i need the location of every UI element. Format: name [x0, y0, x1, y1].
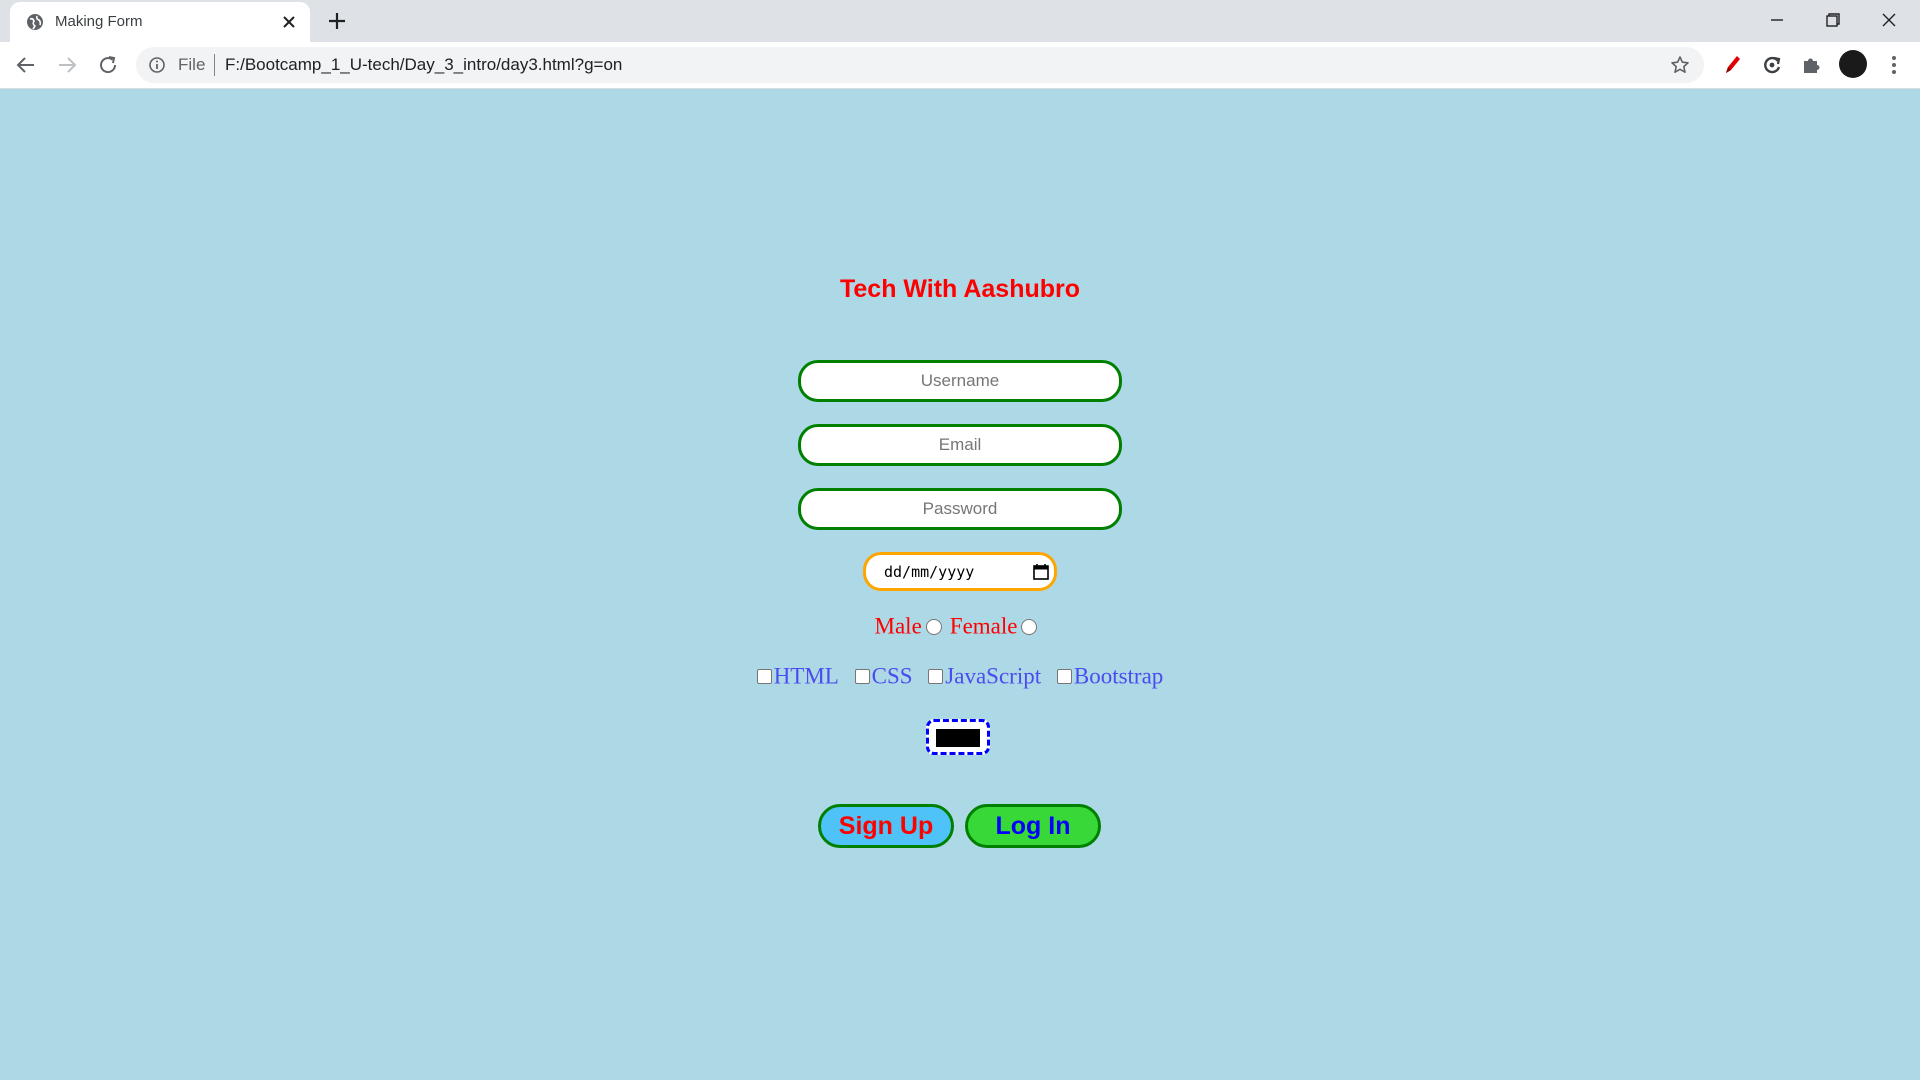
globe-icon — [27, 14, 43, 30]
log-in-button[interactable]: Log In — [965, 804, 1101, 848]
male-label: Male — [874, 613, 922, 639]
color-picker-input[interactable] — [926, 719, 990, 755]
css-checkbox[interactable] — [854, 669, 870, 685]
close-tab-icon[interactable] — [280, 13, 298, 31]
skills-group: HTML CSS JavaScript Bootstrap — [0, 662, 1920, 690]
gender-group: Male Female — [0, 612, 1920, 640]
restore-icon[interactable] — [1820, 8, 1846, 32]
tab-title: Making Form — [55, 13, 143, 30]
date-placeholder: dd/mm/yyyy — [884, 563, 975, 581]
back-arrow-icon[interactable] — [14, 53, 38, 77]
url-text[interactable]: F:/Bootcamp_1_U-tech/Day_3_intro/day3.ht… — [225, 55, 622, 75]
password-input[interactable] — [798, 488, 1122, 530]
tab-strip: Making Form — [0, 0, 1920, 42]
html-checkbox[interactable] — [756, 669, 772, 685]
omnibox-separator — [214, 54, 215, 76]
info-icon[interactable] — [148, 56, 166, 74]
skill-label-javascript: JavaScript — [945, 663, 1042, 689]
minimize-icon[interactable] — [1764, 8, 1790, 32]
sync-extension-icon[interactable] — [1760, 53, 1784, 77]
profile-avatar[interactable] — [1839, 50, 1867, 78]
tab-making-form[interactable]: Making Form — [10, 2, 310, 42]
window-close-icon[interactable] — [1876, 8, 1902, 32]
email-input[interactable] — [798, 424, 1122, 466]
pen-extension-icon[interactable] — [1720, 53, 1744, 77]
male-radio[interactable] — [925, 618, 942, 635]
bootstrap-checkbox[interactable] — [1056, 669, 1072, 685]
bookmark-star-icon[interactable] — [1670, 55, 1690, 75]
calendar-icon[interactable] — [1033, 563, 1049, 580]
skill-label-html: HTML — [773, 663, 839, 689]
extensions-puzzle-icon[interactable] — [1800, 53, 1824, 77]
kebab-menu-icon[interactable] — [1882, 53, 1906, 77]
sign-up-button[interactable]: Sign Up — [818, 804, 954, 848]
username-input[interactable] — [798, 360, 1122, 402]
female-label: Female — [949, 613, 1018, 639]
color-swatch — [936, 729, 980, 747]
female-radio[interactable] — [1021, 618, 1038, 635]
scheme-label: File — [178, 55, 206, 74]
browser-window: Making Form File F:/Bootcamp_1_U-tech/Da… — [0, 0, 1920, 1080]
address-bar[interactable]: File F:/Bootcamp_1_U-tech/Day_3_intro/da… — [136, 47, 1704, 83]
skill-label-bootstrap: Bootstrap — [1073, 663, 1164, 689]
new-tab-icon[interactable] — [326, 10, 348, 32]
page-title: Tech With Aashubro — [839, 275, 1081, 303]
skill-label-css: CSS — [871, 663, 913, 689]
browser-toolbar: File F:/Bootcamp_1_U-tech/Day_3_intro/da… — [0, 42, 1920, 89]
javascript-checkbox[interactable] — [928, 669, 944, 685]
reload-icon[interactable] — [96, 53, 120, 77]
date-input[interactable]: dd/mm/yyyy — [863, 552, 1057, 591]
forward-arrow-icon[interactable] — [55, 53, 79, 77]
